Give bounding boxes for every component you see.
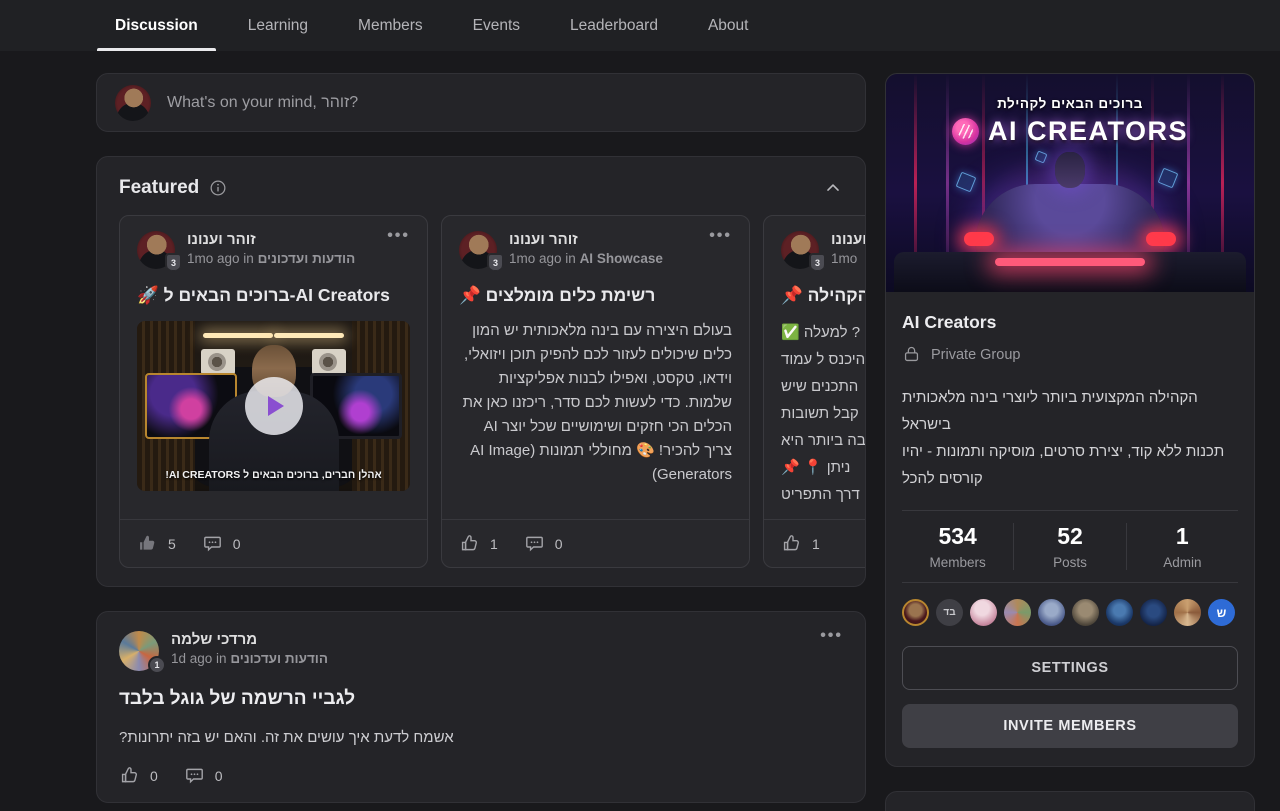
tab-discussion[interactable]: Discussion	[97, 0, 216, 51]
post-title[interactable]: 🚀 ברוכים הבאים ל-AI Creators	[137, 285, 410, 306]
member-avatar[interactable]	[1174, 599, 1201, 626]
member-avatar[interactable]	[1038, 599, 1065, 626]
tab-members[interactable]: Members	[340, 0, 441, 51]
featured-card-rules[interactable]: 3 זוהר וענונו 1mo ••• 📌 חוקי הקהילה ✅ למ…	[763, 215, 866, 568]
like-button[interactable]: 1	[459, 533, 498, 554]
thumbs-up-icon	[459, 533, 480, 554]
tab-events[interactable]: Events	[455, 0, 538, 51]
featured-section: Featured 3 זוהר וענונו 1mo	[96, 156, 866, 587]
settings-button[interactable]: SETTINGS	[902, 646, 1238, 690]
author-avatar[interactable]: 3	[781, 231, 819, 269]
tab-learning[interactable]: Learning	[230, 0, 326, 51]
group-description: הקהילה המקצועית ביותר ליוצרי בינה מלאכות…	[902, 384, 1238, 492]
level-badge: 3	[165, 253, 182, 272]
lock-icon	[902, 345, 921, 364]
author-avatar[interactable]: 1	[119, 631, 159, 671]
stat-admin[interactable]: 1 Admin	[1126, 523, 1238, 570]
comment-button[interactable]: 0	[202, 533, 241, 554]
member-avatar[interactable]	[1004, 599, 1031, 626]
brain-logo-icon	[952, 118, 979, 145]
more-options-icon[interactable]: •••	[820, 631, 843, 641]
post-meta: 1d ago in הודעות ועדכונים	[171, 651, 328, 666]
comment-button[interactable]: 0	[184, 765, 223, 786]
group-cover-image: ברוכים הבאים לקהילת AI CREATORS	[886, 74, 1254, 292]
group-sidebar: ברוכים הבאים לקהילת AI CREATORS AI Creat…	[885, 73, 1255, 811]
comment-icon	[184, 765, 205, 786]
thumb-light	[203, 333, 273, 338]
play-button[interactable]	[245, 377, 303, 435]
like-button[interactable]: 1	[781, 533, 820, 554]
thumb-speaker	[312, 349, 346, 375]
top-nav: Discussion Learning Members Events Leade…	[0, 0, 1280, 51]
more-options-icon[interactable]: •••	[709, 231, 732, 241]
stat-posts[interactable]: 52 Posts	[1013, 523, 1125, 570]
video-caption: אהלן חברים, ברוכים הבאים ל AI CREATORS!	[137, 469, 410, 481]
member-avatars-row: בד ש	[886, 583, 1254, 630]
member-avatar[interactable]	[1106, 599, 1133, 626]
like-button[interactable]: 0	[119, 765, 158, 786]
video-thumbnail[interactable]: אהלן חברים, ברוכים הבאים ל AI CREATORS!	[137, 321, 410, 491]
post-body: אשמח לדעת איך עושים את זה. והאם יש בזה י…	[119, 729, 843, 746]
post-body: ✅ למעלה ? היכנס ל עמוד התכנים שיש קבל תש…	[781, 319, 866, 508]
post-title[interactable]: 📌 חוקי הקהילה	[781, 285, 866, 306]
channel-name: הודעות ועדכונים	[258, 251, 356, 266]
level-badge: 3	[809, 253, 826, 272]
comment-button[interactable]: 0	[524, 533, 563, 554]
privacy-label: Private Group	[931, 347, 1020, 363]
member-avatar[interactable]	[902, 599, 929, 626]
member-avatar-initials[interactable]: בד	[936, 599, 963, 626]
member-avatar[interactable]	[1072, 599, 1099, 626]
post-body: בעולם היצירה עם בינה מלאכותית יש המון כל…	[459, 319, 732, 487]
thumbs-up-icon	[781, 533, 802, 554]
like-button[interactable]: 5	[137, 533, 176, 554]
cover-brand-text: AI CREATORS	[988, 116, 1188, 147]
current-user-avatar[interactable]	[115, 85, 151, 121]
post-meta: 1mo ago in AI Showcase	[509, 251, 663, 266]
author-name[interactable]: זוהר וענונו	[187, 231, 355, 248]
post-meta: 1mo ago in הודעות ועדכונים	[187, 251, 355, 266]
member-avatar[interactable]	[970, 599, 997, 626]
chevron-up-icon[interactable]	[823, 178, 843, 198]
group-name: AI Creators	[902, 312, 1238, 333]
thumbs-up-filled-icon	[137, 533, 158, 554]
member-avatar[interactable]	[1140, 599, 1167, 626]
info-icon[interactable]	[209, 179, 227, 197]
post-title[interactable]: לגביי הרשמה של גוגל בלבד	[119, 688, 843, 710]
featured-cards-row: 3 זוהר וענונו 1mo ago in הודעות ועדכונים…	[119, 215, 865, 568]
author-avatar[interactable]: 3	[459, 231, 497, 269]
featured-heading: Featured	[119, 177, 199, 199]
featured-card-welcome[interactable]: 3 זוהר וענונו 1mo ago in הודעות ועדכונים…	[119, 215, 428, 568]
author-name[interactable]: זוהר וענונו	[831, 231, 866, 248]
cover-welcome-text: ברוכים הבאים לקהילת	[886, 96, 1254, 111]
level-badge: 3	[487, 253, 504, 272]
thumb-light	[274, 333, 344, 338]
author-name[interactable]: זוהר וענונו	[509, 231, 663, 248]
post-title[interactable]: 📌 רשימת כלים מומלצים	[459, 285, 732, 306]
post-meta: 1mo	[831, 251, 866, 266]
group-info-card: ברוכים הבאים לקהילת AI CREATORS AI Creat…	[885, 73, 1255, 767]
feed-post[interactable]: 1 מרדכי שלמה 1d ago in הודעות ועדכונים •…	[96, 611, 866, 803]
comment-icon	[524, 533, 545, 554]
post-composer[interactable]: What's on your mind, זוהר?	[96, 73, 866, 132]
more-options-icon[interactable]: •••	[387, 231, 410, 241]
tab-leaderboard[interactable]: Leaderboard	[552, 0, 676, 51]
channel-name: AI Showcase	[580, 251, 663, 266]
tab-about[interactable]: About	[690, 0, 767, 51]
member-avatar-initials[interactable]: ש	[1208, 599, 1235, 626]
leaderboard-card: Leaderboard (30-days)	[885, 791, 1255, 811]
thumbs-up-icon	[119, 765, 140, 786]
group-stats: 534 Members 52 Posts 1 Admin	[902, 510, 1238, 583]
featured-card-tools[interactable]: 3 זוהר וענונו 1mo ago in AI Showcase •••…	[441, 215, 750, 568]
composer-placeholder: What's on your mind, זוהר?	[167, 94, 358, 112]
main-feed: What's on your mind, זוהר? Featured 3	[96, 73, 866, 811]
invite-members-button[interactable]: INVITE MEMBERS	[902, 704, 1238, 748]
stat-members[interactable]: 534 Members	[902, 523, 1013, 570]
comment-icon	[202, 533, 223, 554]
author-avatar[interactable]: 3	[137, 231, 175, 269]
level-badge: 1	[148, 656, 166, 674]
channel-name: הודעות ועדכונים	[230, 651, 328, 666]
thumb-speaker	[201, 349, 235, 375]
author-name[interactable]: מרדכי שלמה	[171, 631, 328, 648]
